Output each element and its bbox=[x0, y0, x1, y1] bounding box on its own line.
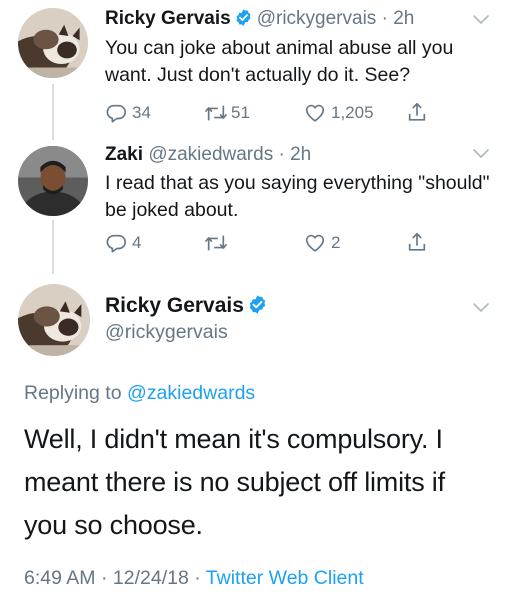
verified-icon bbox=[247, 294, 268, 315]
share-button[interactable] bbox=[406, 230, 428, 254]
chevron-down-icon[interactable] bbox=[472, 14, 490, 26]
tweet-time[interactable]: 6:49 AM bbox=[24, 567, 96, 589]
tweet-text: I read that as you saying everything "sh… bbox=[105, 172, 490, 221]
verified-icon bbox=[234, 8, 253, 27]
timestamp[interactable]: 2h bbox=[393, 8, 414, 29]
author-handle[interactable]: @rickygervais bbox=[257, 8, 377, 29]
tweet-date[interactable]: 12/24/18 bbox=[113, 567, 189, 589]
reply-button[interactable]: 4 bbox=[105, 232, 141, 254]
reply-icon bbox=[105, 102, 127, 124]
tweet-text: Well, I didn't mean it's compulsory. I m… bbox=[24, 424, 445, 540]
author-handle[interactable]: @zakiedwards bbox=[148, 144, 273, 165]
replying-label: Replying to bbox=[24, 382, 122, 404]
author-name[interactable]: Ricky Gervais bbox=[105, 294, 272, 318]
reply-icon bbox=[105, 232, 127, 254]
avatar[interactable] bbox=[18, 146, 88, 216]
replying-to: Replying to @zakiedwards bbox=[24, 381, 255, 405]
reply-button[interactable]: 34 bbox=[105, 102, 151, 124]
retweet-button[interactable]: 51 bbox=[203, 102, 250, 124]
separator: · bbox=[278, 144, 285, 165]
retweet-icon bbox=[203, 102, 229, 124]
separator: · bbox=[194, 567, 201, 589]
tweet-meta: 6:49 AM · 12/24/18 · Twitter Web Client bbox=[24, 566, 364, 590]
tweet-header: Zaki @zakiedwards · 2h bbox=[105, 144, 311, 166]
reply-count: 34 bbox=[132, 103, 151, 122]
author-name[interactable]: Ricky Gervais bbox=[105, 8, 231, 29]
chevron-down-icon[interactable] bbox=[472, 302, 490, 314]
share-icon bbox=[406, 100, 428, 124]
like-button[interactable]: 2 bbox=[304, 232, 340, 254]
thread-line bbox=[52, 84, 54, 140]
replying-to-link[interactable]: @zakiedwards bbox=[127, 382, 255, 404]
thread-line bbox=[52, 220, 54, 274]
reply-count: 4 bbox=[132, 233, 142, 252]
share-icon bbox=[406, 230, 428, 254]
retweet-count: 51 bbox=[231, 103, 250, 122]
like-count: 1,205 bbox=[331, 103, 374, 122]
avatar[interactable] bbox=[18, 8, 88, 78]
retweet-button[interactable] bbox=[203, 232, 234, 254]
share-button[interactable] bbox=[406, 100, 428, 124]
like-button[interactable]: 1,205 bbox=[304, 102, 374, 124]
tweet-text: You can joke about animal abuse all you … bbox=[105, 37, 454, 86]
author-handle[interactable]: @rickygervais bbox=[105, 320, 228, 344]
like-count: 2 bbox=[331, 233, 341, 252]
chevron-down-icon[interactable] bbox=[472, 148, 490, 160]
avatar[interactable] bbox=[18, 284, 90, 356]
separator: · bbox=[100, 567, 108, 589]
separator: · bbox=[381, 8, 388, 29]
client-link[interactable]: Twitter Web Client bbox=[206, 567, 364, 589]
heart-icon bbox=[304, 232, 326, 254]
timestamp[interactable]: 2h bbox=[290, 144, 311, 165]
tweet-header: Ricky Gervais @rickygervais · 2h bbox=[105, 8, 414, 30]
author-name[interactable]: Zaki bbox=[105, 144, 143, 165]
heart-icon bbox=[304, 102, 326, 124]
retweet-icon bbox=[203, 232, 229, 254]
